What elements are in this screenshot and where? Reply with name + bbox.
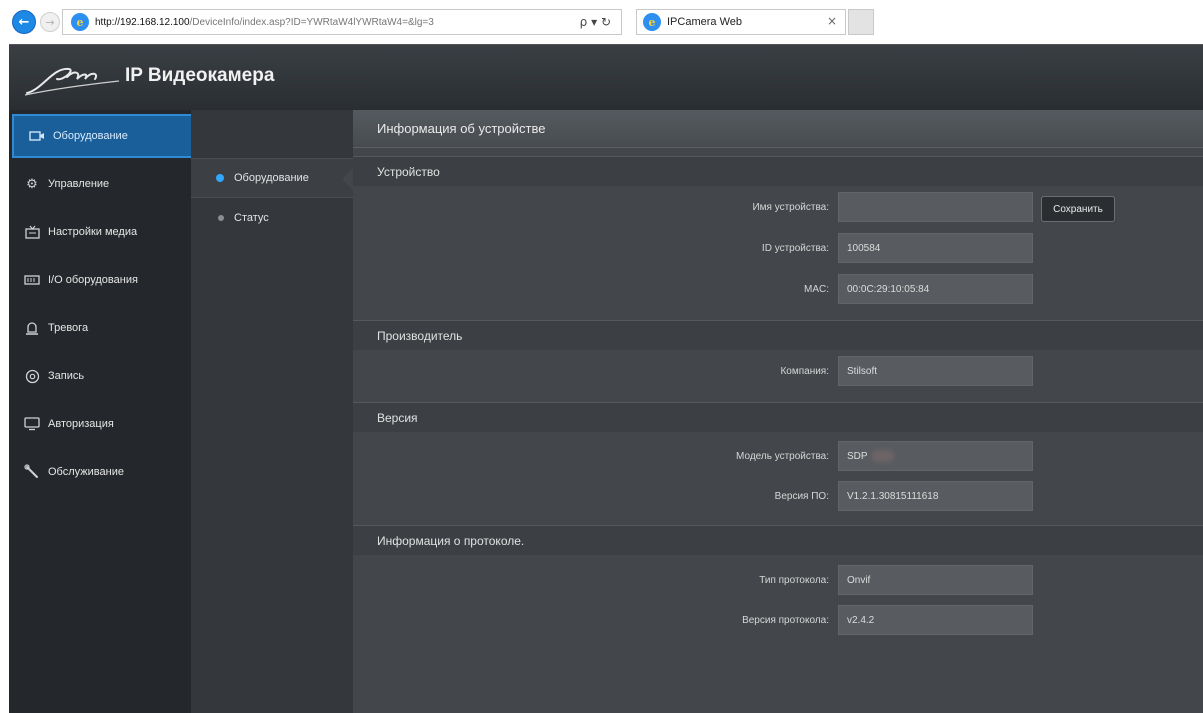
- address-bar[interactable]: e http://192.168.12.100/DeviceInfo/index…: [62, 9, 622, 35]
- model-field[interactable]: SDP: [838, 441, 1033, 471]
- sidebar-item-equipment[interactable]: Оборудование: [12, 114, 194, 158]
- protocol-type-field[interactable]: Onvif: [838, 565, 1033, 595]
- sidebar-item-label: Управление: [48, 178, 110, 190]
- subnav-item-status[interactable]: Статус: [191, 198, 353, 238]
- mac-field[interactable]: 00:0C:29:10:05:84: [838, 274, 1033, 304]
- main-sidebar: Оборудование ⚙ Управление Настройки меди…: [9, 110, 194, 713]
- sidebar-item-label: Настройки медиа: [48, 226, 138, 238]
- device-info-panel: Информация об устройстве Устройство Имя …: [353, 110, 1203, 713]
- section-protocol-header: Информация о протоколе.: [353, 525, 1203, 555]
- url-path: /DeviceInfo/index.asp?ID=YWRtaW4lYWRtaW4…: [189, 16, 434, 28]
- alarm-icon: [24, 320, 40, 336]
- page-title: Информация об устройстве: [353, 110, 1203, 148]
- app-title: IP Видеокамера: [125, 65, 275, 86]
- subnav-item-label: Статус: [234, 212, 269, 224]
- protocol-version-label: Версия протокола:: [742, 615, 829, 626]
- device-name-label: Имя устройства:: [752, 202, 829, 213]
- ie-browser-icon: e: [71, 13, 89, 31]
- tab-close-icon[interactable]: ×: [827, 14, 837, 28]
- sidebar-item-label: Тревога: [48, 322, 89, 334]
- save-button[interactable]: Сохранить: [1041, 196, 1115, 222]
- gear-icon: ⚙: [26, 176, 38, 191]
- monitor-icon: [24, 416, 40, 432]
- browser-toolbar: ← → e http://192.168.12.100/DeviceInfo/i…: [0, 0, 1203, 44]
- wrench-icon: [24, 464, 40, 480]
- section-manufacturer-header: Производитель: [353, 320, 1203, 350]
- sidebar-item-io[interactable]: I/O оборудования: [9, 258, 191, 302]
- sidebar-item-label: Оборудование: [53, 130, 128, 142]
- tab-title: IPCamera Web: [667, 16, 742, 28]
- url-text[interactable]: http://192.168.12.100/DeviceInfo/index.a…: [95, 17, 565, 28]
- protocol-type-label: Тип протокола:: [759, 575, 829, 586]
- back-arrow-icon[interactable]: ←: [12, 10, 36, 34]
- sidebar-item-record[interactable]: Запись: [9, 354, 191, 398]
- model-label: Модель устройства:: [736, 451, 829, 462]
- sidebar-item-maintenance[interactable]: Обслуживание: [9, 450, 191, 494]
- dot-icon: [218, 215, 224, 221]
- section-version-header: Версия: [353, 402, 1203, 432]
- app-header: IP Видеокамера: [9, 44, 1203, 110]
- device-id-label: ID устройства:: [761, 243, 829, 254]
- sidebar-item-management[interactable]: ⚙ Управление: [9, 162, 191, 206]
- subnav-item-label: Оборудование: [234, 172, 309, 184]
- firmware-version-field[interactable]: V1.2.1.30815111618: [838, 481, 1033, 511]
- sidebar-item-authorization[interactable]: Авторизация: [9, 402, 191, 446]
- new-tab-button[interactable]: [848, 9, 874, 35]
- media-icon: [24, 224, 40, 240]
- company-label: Компания:: [780, 366, 829, 377]
- device-name-input[interactable]: [838, 192, 1033, 222]
- io-icon: [24, 272, 40, 288]
- company-field[interactable]: Stilsoft: [838, 356, 1033, 386]
- sidebar-item-label: Авторизация: [48, 418, 114, 430]
- sidebar-item-label: Обслуживание: [48, 466, 124, 478]
- active-dot-icon: [216, 174, 224, 182]
- url-host: http://192.168.12.100: [95, 16, 190, 28]
- subnav-item-equipment[interactable]: Оборудование: [191, 158, 354, 198]
- brand-logo: [24, 67, 120, 96]
- browser-tab[interactable]: e IPCamera Web ×: [636, 9, 846, 35]
- camera-icon: [29, 128, 45, 144]
- record-icon: [24, 368, 40, 384]
- sidebar-item-alarm[interactable]: Тревога: [9, 306, 191, 350]
- device-id-field[interactable]: 100584: [838, 233, 1033, 263]
- mac-label: MAC:: [804, 284, 829, 295]
- sub-sidebar: Оборудование Статус: [191, 110, 354, 713]
- sidebar-item-media-settings[interactable]: Настройки медиа: [9, 210, 191, 254]
- firmware-version-label: Версия ПО:: [774, 491, 829, 502]
- tab-favicon-icon: e: [643, 13, 661, 31]
- protocol-version-field[interactable]: v2.4.2: [838, 605, 1033, 635]
- sidebar-item-label: Запись: [48, 370, 85, 382]
- search-refresh-icons[interactable]: ρ ▾ ↻: [580, 15, 611, 29]
- model-value: SDP: [847, 450, 868, 462]
- sidebar-item-label: I/O оборудования: [48, 274, 138, 286]
- forward-arrow-icon[interactable]: →: [40, 12, 60, 32]
- redacted-blur: [871, 450, 894, 462]
- section-device-header: Устройство: [353, 156, 1203, 186]
